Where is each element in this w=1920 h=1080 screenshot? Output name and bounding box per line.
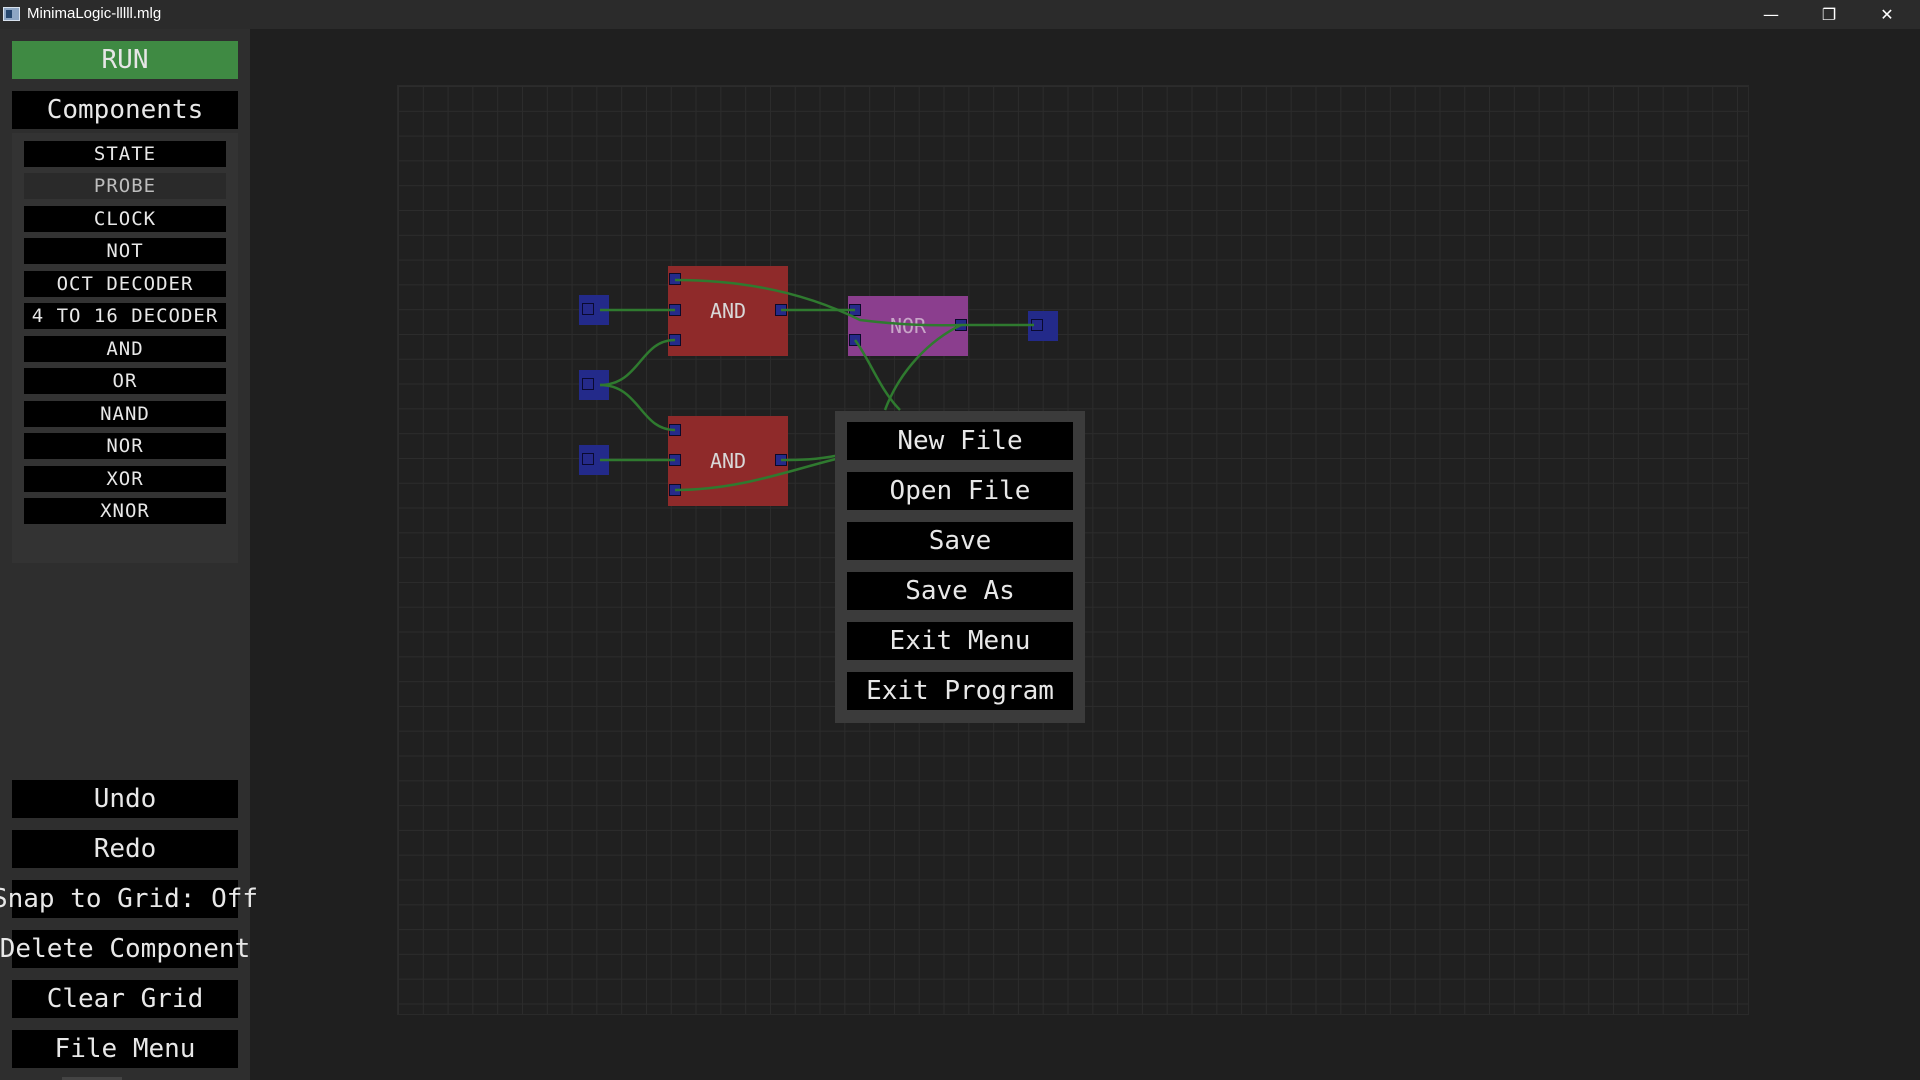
wire: [599, 383, 676, 432]
wire: [599, 338, 676, 387]
open-file-button[interactable]: Open File: [847, 472, 1073, 510]
file-menu-popup: New File Open File Save Save As Exit Men…: [835, 411, 1085, 723]
exit-program-button[interactable]: Exit Program: [847, 672, 1073, 710]
new-file-button[interactable]: New File: [847, 422, 1073, 460]
wire: [853, 339, 901, 411]
wire: [883, 323, 962, 411]
save-button[interactable]: Save: [847, 522, 1073, 560]
save-as-button[interactable]: Save As: [847, 572, 1073, 610]
wire: [674, 456, 841, 492]
wire: [674, 278, 962, 327]
exit-menu-button[interactable]: Exit Menu: [847, 622, 1073, 660]
